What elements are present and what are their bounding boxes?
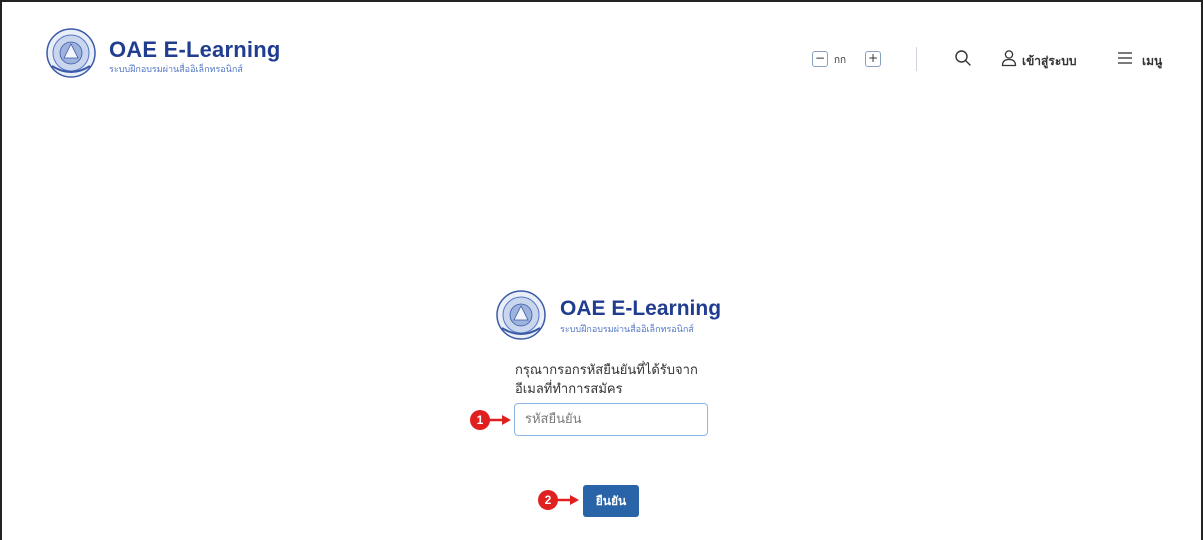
brand-title[interactable]: OAE E-Learning bbox=[109, 38, 281, 62]
login-link[interactable]: เข้าสู่ระบบ bbox=[1022, 52, 1077, 71]
oae-seal-logo bbox=[496, 290, 546, 340]
font-decrease-button[interactable]: − bbox=[812, 51, 828, 67]
step-marker-1: 1 bbox=[470, 410, 490, 430]
nav-divider bbox=[916, 47, 917, 71]
user-icon[interactable] bbox=[1000, 49, 1018, 67]
panel-brand-subtitle: ระบบฝึกอบรมผ่านสื่ออิเล็กทรอนิกส์ bbox=[560, 325, 694, 335]
instruction-line-2: อีเมลที่ทำการสมัคร bbox=[515, 382, 623, 397]
search-icon[interactable] bbox=[954, 49, 972, 67]
step-marker-2: 2 bbox=[538, 490, 558, 510]
menu-button[interactable]: เมนู bbox=[1142, 52, 1162, 71]
instruction-line-1: กรุณากรอกรหัสยืนยันที่ได้รับจาก bbox=[515, 363, 698, 378]
font-increase-button[interactable]: + bbox=[865, 51, 881, 67]
verification-code-input[interactable] bbox=[514, 403, 708, 436]
oae-seal-logo[interactable] bbox=[46, 28, 96, 78]
step-arrow-1 bbox=[488, 415, 511, 425]
panel-brand-title: OAE E-Learning bbox=[560, 297, 722, 320]
brand-subtitle: ระบบฝึกอบรมผ่านสื่ออิเล็กทรอนิกส์ bbox=[109, 65, 243, 75]
hamburger-icon[interactable] bbox=[1116, 49, 1134, 67]
confirm-button[interactable]: ยืนยัน bbox=[583, 485, 639, 517]
top-navbar: OAE E-Learning ระบบฝึกอบรมผ่านสื่ออิเล็ก… bbox=[2, 2, 1201, 90]
step-arrow-2 bbox=[556, 495, 579, 505]
font-size-label: กก bbox=[834, 55, 847, 66]
instruction-text: กรุณากรอกรหัสยืนยันที่ได้รับจาก อีเมลที่… bbox=[515, 361, 735, 399]
